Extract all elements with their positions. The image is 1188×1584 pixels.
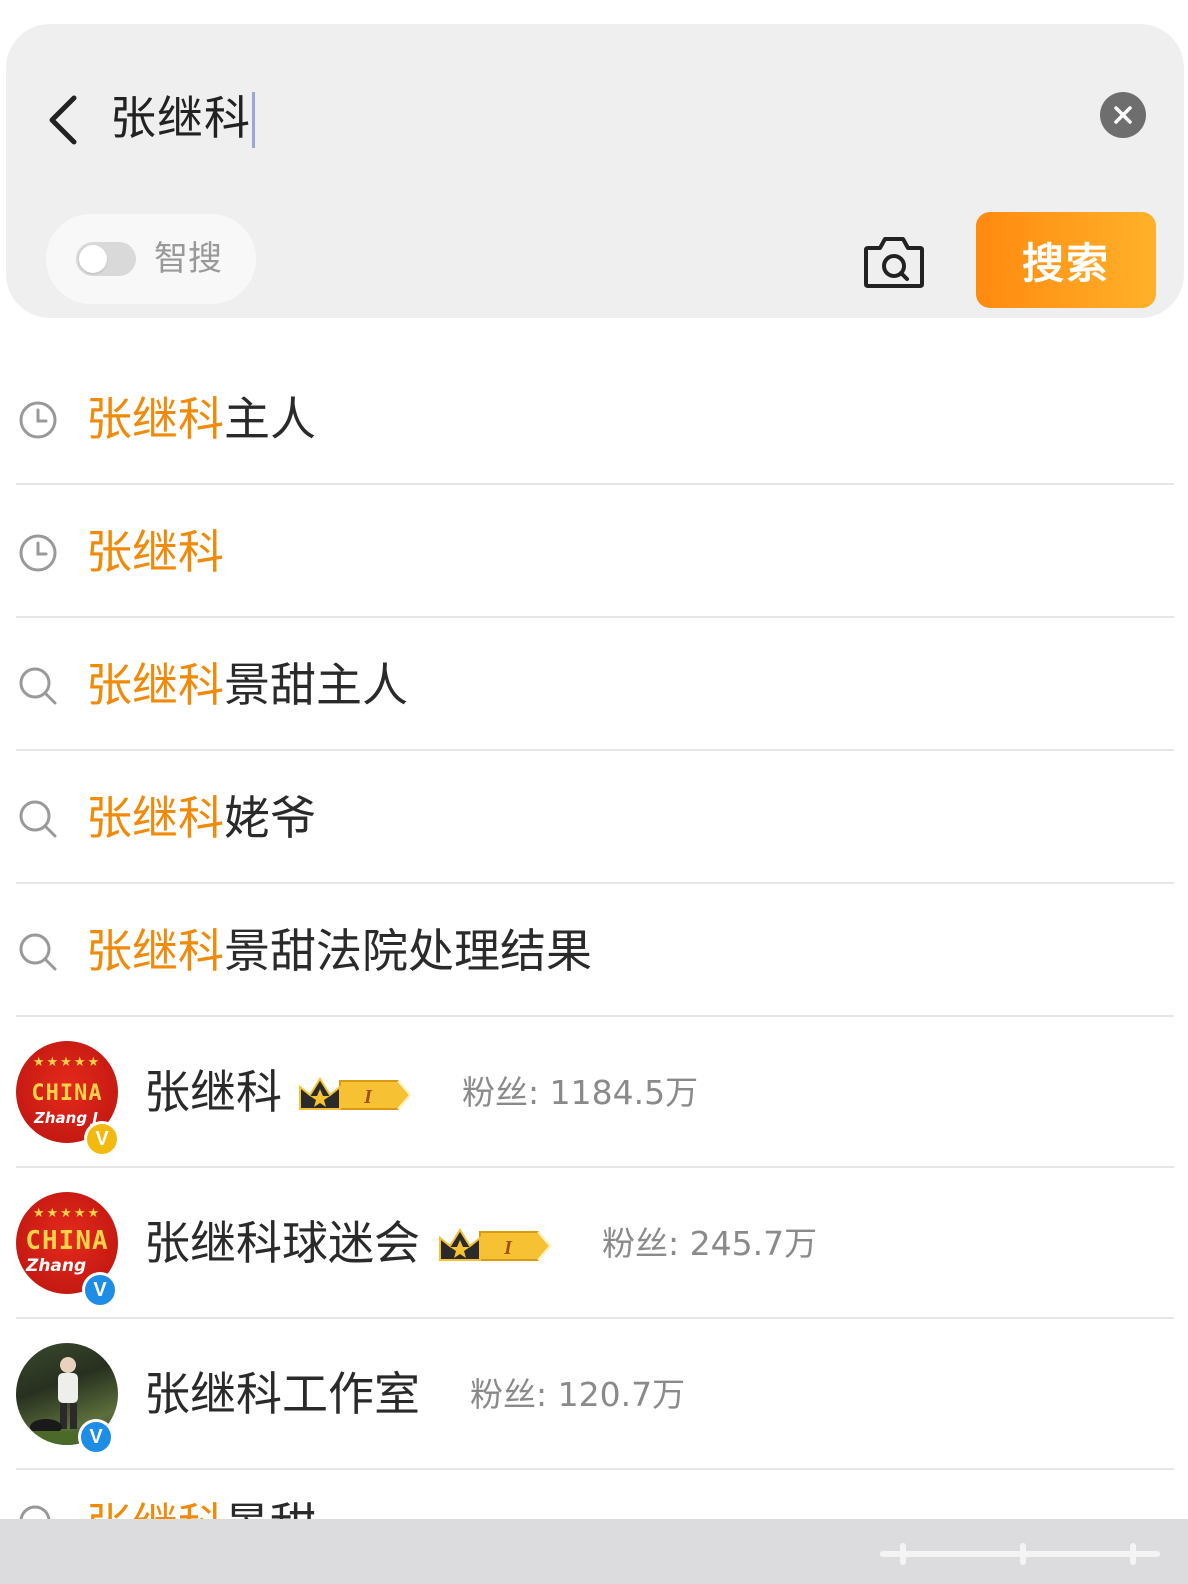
user-name: 张继科球迷会 [144, 1216, 420, 1270]
svg-text:I: I [503, 1237, 513, 1259]
search-button[interactable]: 搜索 [976, 212, 1156, 308]
back-arrow-icon[interactable] [44, 92, 84, 148]
suggestion-highlight: 张继科 [86, 392, 224, 446]
user-result[interactable]: ★★★★★ CHINA Zhang J V 张继科 I 粉丝: 1184.5万 [0, 1017, 1188, 1168]
suggestion-item[interactable]: 张继科 [0, 485, 1188, 618]
suggestion-text: 张继科景甜法院处理结果 [86, 920, 592, 982]
suggestion-rest: 景甜法院处理结果 [224, 924, 592, 978]
search-icon [19, 667, 57, 705]
fans-count: 粉丝: 1184.5万 [462, 1073, 699, 1112]
avatar-stars: ★★★★★ [32, 1206, 102, 1221]
clock-icon [19, 401, 57, 439]
user-result[interactable]: V 张继科工作室 粉丝: 120.7万 [0, 1319, 1188, 1470]
crown-vip-badge-icon: I [439, 1228, 552, 1261]
suggestion-item[interactable]: 张继科景甜主人 [0, 618, 1188, 751]
avatar-stars: ★★★★★ [32, 1055, 102, 1070]
suggestion-highlight: 张继科 [86, 924, 224, 978]
toggle-knob [79, 245, 107, 273]
camera-icon[interactable] [862, 232, 926, 290]
search-panel: 张继科 智搜 搜索 [6, 24, 1184, 318]
toggle-switch[interactable] [76, 242, 136, 276]
suggestion-item[interactable]: 张继科主人 [0, 352, 1188, 485]
suggestion-highlight: 张继科 [86, 525, 224, 579]
suggestion-list: 张继科主人 张继科 张继科景甜主人 张继科姥爷 张继科景甜法院处理结果 ★★★★… [0, 352, 1188, 1530]
clear-button[interactable] [1100, 92, 1146, 138]
suggestion-rest: 姥爷 [224, 791, 316, 845]
avatar-zhang-text: Zhang [26, 1256, 87, 1276]
suggestion-text: 张继科姥爷 [86, 787, 316, 849]
suggestion-highlight: 张继科 [86, 658, 224, 712]
search-icon [19, 933, 57, 971]
user-name: 张继科 [144, 1065, 282, 1119]
avatar-zhang-text: Zhang J [34, 1109, 98, 1127]
fans-count: 粉丝: 245.7万 [602, 1224, 818, 1263]
suggestion-highlight: 张继科 [86, 791, 224, 845]
user-result[interactable]: ★★★★★ CHINA Zhang V 张继科球迷会 I 粉丝: 245.7万 [0, 1168, 1188, 1319]
bottom-bar [0, 1519, 1188, 1584]
verified-badge-icon: V [84, 1121, 120, 1157]
suggestion-rest: 主人 [224, 392, 316, 446]
suggestion-item[interactable]: 张继科景甜法院处理结果 [0, 884, 1188, 1017]
suggestion-item[interactable]: 张继科姥爷 [0, 751, 1188, 884]
smart-search-toggle[interactable]: 智搜 [46, 214, 256, 304]
suggestion-text: 张继科 [86, 521, 224, 583]
avatar-china-text: CHINA [25, 1226, 109, 1256]
search-input[interactable]: 张继科 [110, 86, 251, 150]
avatar-china-text: CHINA [31, 1081, 103, 1106]
home-indicator-icon [880, 1543, 1160, 1565]
suggestion-rest: 景甜主人 [224, 658, 408, 712]
search-icon [19, 800, 57, 838]
suggestion-text: 张继科景甜主人 [86, 654, 408, 716]
verified-badge-icon: V [78, 1419, 114, 1455]
crown-vip-badge-icon: I [299, 1077, 412, 1110]
text-caret [252, 92, 255, 148]
suggestion-text: 张继科主人 [86, 388, 316, 450]
verified-badge-icon: V [82, 1272, 118, 1308]
user-name: 张继科工作室 [144, 1367, 420, 1421]
close-icon [1114, 106, 1132, 124]
clock-icon [19, 534, 57, 572]
svg-text:I: I [363, 1086, 373, 1108]
smart-search-label: 智搜 [154, 239, 222, 279]
fans-count: 粉丝: 120.7万 [470, 1375, 686, 1414]
